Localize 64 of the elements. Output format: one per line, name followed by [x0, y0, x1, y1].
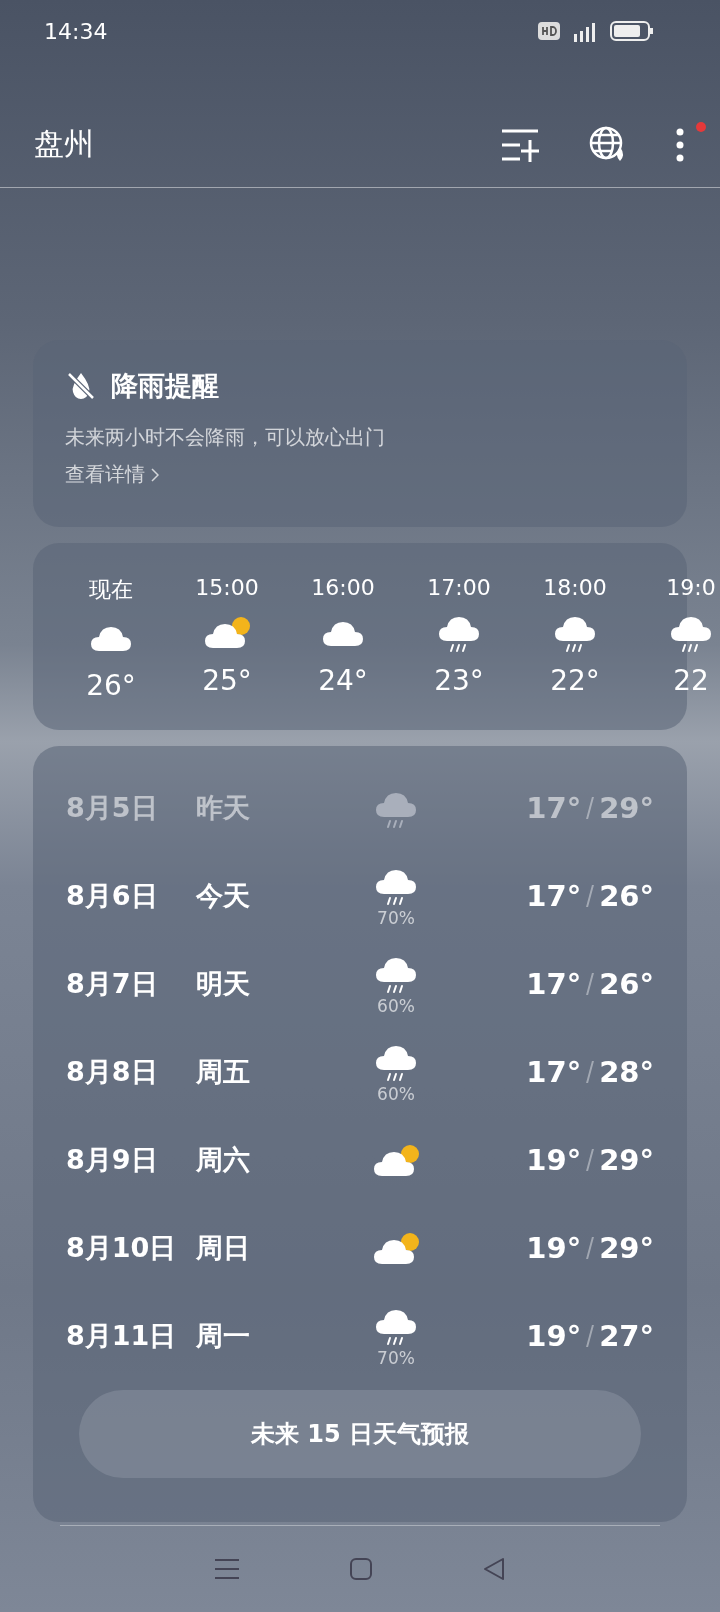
- high-temperature: 29°: [599, 791, 654, 825]
- status-time: 14:34: [44, 18, 108, 44]
- low-temperature: 17°: [526, 1055, 582, 1089]
- day-row[interactable]: 8月9日 周六 19° 29°: [66, 1116, 654, 1204]
- day-name: 周六: [196, 1143, 251, 1177]
- rain-chance: 70%: [377, 1348, 415, 1368]
- hour-label: 18:00: [543, 575, 607, 600]
- day-date: 8月10日: [66, 1231, 178, 1265]
- day-row[interactable]: 8月11日 周一 70% 19° 27°: [66, 1292, 654, 1380]
- hour-temperature: 24°: [318, 664, 368, 697]
- day-row[interactable]: 8月10日 周日 19° 29°: [66, 1204, 654, 1292]
- hour-temperature: 22°: [550, 664, 600, 697]
- hour-temperature: 22: [673, 664, 709, 697]
- hour-label: 17:00: [427, 575, 491, 600]
- chevron-icon: [151, 467, 159, 482]
- hour-label: 现在: [89, 576, 133, 604]
- rain-chance: 60%: [377, 996, 415, 1016]
- rain-chance: 70%: [377, 908, 415, 928]
- day-name: 明天: [196, 967, 251, 1001]
- back-nav-button[interactable]: [481, 1557, 506, 1581]
- high-temperature: 27°: [599, 1319, 654, 1353]
- hour-label: 16:00: [311, 575, 375, 600]
- forecast-15-day-button[interactable]: 未来 15 日天气预报: [79, 1390, 641, 1478]
- day-date: 8月7日: [66, 967, 159, 1001]
- day-name: 今天: [196, 879, 251, 913]
- add-city-button[interactable]: [500, 127, 540, 162]
- low-temperature: 19°: [526, 1319, 582, 1353]
- high-temperature: 29°: [599, 1231, 654, 1265]
- battery-icon: [610, 20, 654, 42]
- high-temperature: 28°: [599, 1055, 654, 1089]
- day-date: 8月6日: [66, 879, 159, 913]
- hour-label: 19:0: [666, 575, 716, 600]
- high-temperature: 26°: [599, 967, 654, 1001]
- alert-message: 未来两小时不会降雨，可以放心出门: [65, 424, 386, 451]
- no-rain-icon: [65, 370, 97, 402]
- hd-icon: [538, 22, 560, 40]
- day-row[interactable]: 8月8日 周五 60% 17° 28°: [66, 1028, 654, 1116]
- day-name: 周日: [196, 1231, 251, 1265]
- day-row[interactable]: 8月7日 明天 60% 17° 26°: [66, 940, 654, 1028]
- hour-temperature: 25°: [202, 664, 252, 697]
- hour-label: 15:00: [195, 575, 259, 600]
- day-date: 8月9日: [66, 1143, 159, 1177]
- low-temperature: 19°: [526, 1231, 582, 1265]
- menu-nav-button[interactable]: [214, 1558, 241, 1580]
- city-name: 盘州: [34, 125, 95, 163]
- rain-chance: 60%: [377, 1084, 415, 1104]
- low-temperature: 19°: [526, 1143, 582, 1177]
- low-temperature: 17°: [526, 791, 582, 825]
- day-date: 8月5日: [66, 791, 159, 825]
- hour-temperature: 26°: [86, 669, 136, 702]
- day-date: 8月8日: [66, 1055, 159, 1089]
- low-temperature: 17°: [526, 879, 582, 913]
- low-temperature: 17°: [526, 967, 582, 1001]
- home-nav-button[interactable]: [349, 1557, 373, 1581]
- hour-temperature: 23°: [434, 664, 484, 697]
- high-temperature: 29°: [599, 1143, 654, 1177]
- day-row[interactable]: 8月6日 今天 70% 17° 26°: [66, 852, 654, 940]
- day-name: 周一: [196, 1319, 251, 1353]
- day-name: 周五: [196, 1055, 251, 1089]
- details-link[interactable]: 查看详情: [65, 461, 159, 488]
- day-date: 8月11日: [66, 1319, 178, 1353]
- high-temperature: 26°: [599, 879, 654, 913]
- alert-title: 降雨提醒: [111, 369, 219, 403]
- day-name: 昨天: [196, 791, 251, 825]
